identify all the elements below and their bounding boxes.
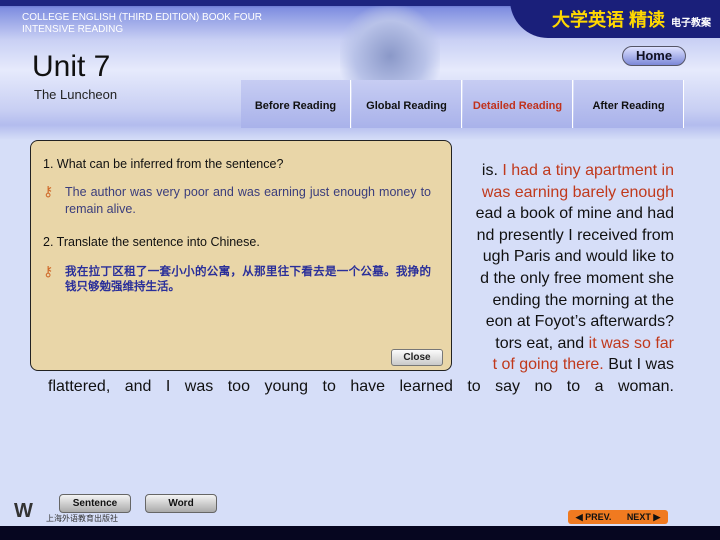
passage-segment: ugh Paris and would like to xyxy=(482,248,674,266)
publisher-logo: W xyxy=(14,500,33,522)
page-nav: ◀ PREV. NEXT ▶ xyxy=(568,510,668,524)
book-title-line1: COLLEGE ENGLISH (THIRD EDITION) BOOK FOU… xyxy=(22,12,263,23)
book-title-line2: INTENSIVE READING xyxy=(22,24,124,35)
cn-logo-text: 大学英语 精读 xyxy=(552,10,666,30)
next-button[interactable]: NEXT ▶ xyxy=(627,512,660,523)
tab-detailed-reading[interactable]: Detailed Reading xyxy=(463,80,573,128)
cn-logo: 大学英语 精读 电子教案 xyxy=(510,0,720,38)
passage-segment: ead a book of mine and had xyxy=(475,205,674,223)
passage-segment: is. xyxy=(481,162,503,179)
passage-segment: ending the morning at the xyxy=(492,291,674,309)
tab-before-reading[interactable]: Before Reading xyxy=(241,80,351,128)
unit-title: Unit 7 xyxy=(32,50,111,83)
passage-segment: d the only free moment she xyxy=(480,269,674,287)
passage-line: flattered, and I was too young to have l… xyxy=(48,376,674,398)
header-banner: COLLEGE ENGLISH (THIRD EDITION) BOOK FOU… xyxy=(0,0,720,140)
tab-global-reading[interactable]: Global Reading xyxy=(352,80,462,128)
sentence-button[interactable]: Sentence xyxy=(59,494,131,513)
highlighted-sentence: t of going there. xyxy=(492,356,604,374)
prev-button[interactable]: ◀ PREV. xyxy=(576,512,612,523)
bottom-bar xyxy=(0,526,720,540)
book-title: COLLEGE ENGLISH (THIRD EDITION) BOOK FOU… xyxy=(22,12,262,36)
answer-2: 我在拉丁区租了一套小小的公寓，从那里往下看去是一个公墓。我挣的钱只够勉强维持生活… xyxy=(65,266,431,293)
highlighted-sentence: I had a tiny apartment in xyxy=(502,162,674,179)
question-popup: 1. What can be inferred from the sentenc… xyxy=(30,140,452,371)
close-button[interactable]: Close xyxy=(391,349,443,366)
passage-segment: flattered, and I was too young to have l… xyxy=(48,377,674,395)
key-icon: ⚷ xyxy=(43,183,54,199)
question-2: 2. Translate the sentence into Chinese. xyxy=(43,235,260,249)
answer-1: The author was very poor and was earning… xyxy=(65,185,431,216)
passage-segment: But I was xyxy=(603,356,674,374)
word-button[interactable]: Word xyxy=(145,494,217,513)
key-icon: ⚷ xyxy=(43,263,54,279)
publisher-name: 上海外语教育出版社 xyxy=(46,514,118,523)
question-1: 1. What can be inferred from the sentenc… xyxy=(43,157,284,171)
cn-logo-sub: 电子教案 xyxy=(671,18,712,29)
passage-segment: nd presently I received from xyxy=(476,226,674,244)
tab-after-reading[interactable]: After Reading xyxy=(574,80,684,128)
passage-segment: eon at Foyot’s afterwards? xyxy=(485,313,674,331)
passage-segment: tors eat, and xyxy=(495,334,589,352)
home-button[interactable]: Home xyxy=(622,46,686,66)
lesson-title: The Luncheon xyxy=(34,87,118,102)
highlighted-sentence: was earning barely enough xyxy=(481,183,674,201)
highlighted-sentence: it was so far xyxy=(588,334,674,352)
